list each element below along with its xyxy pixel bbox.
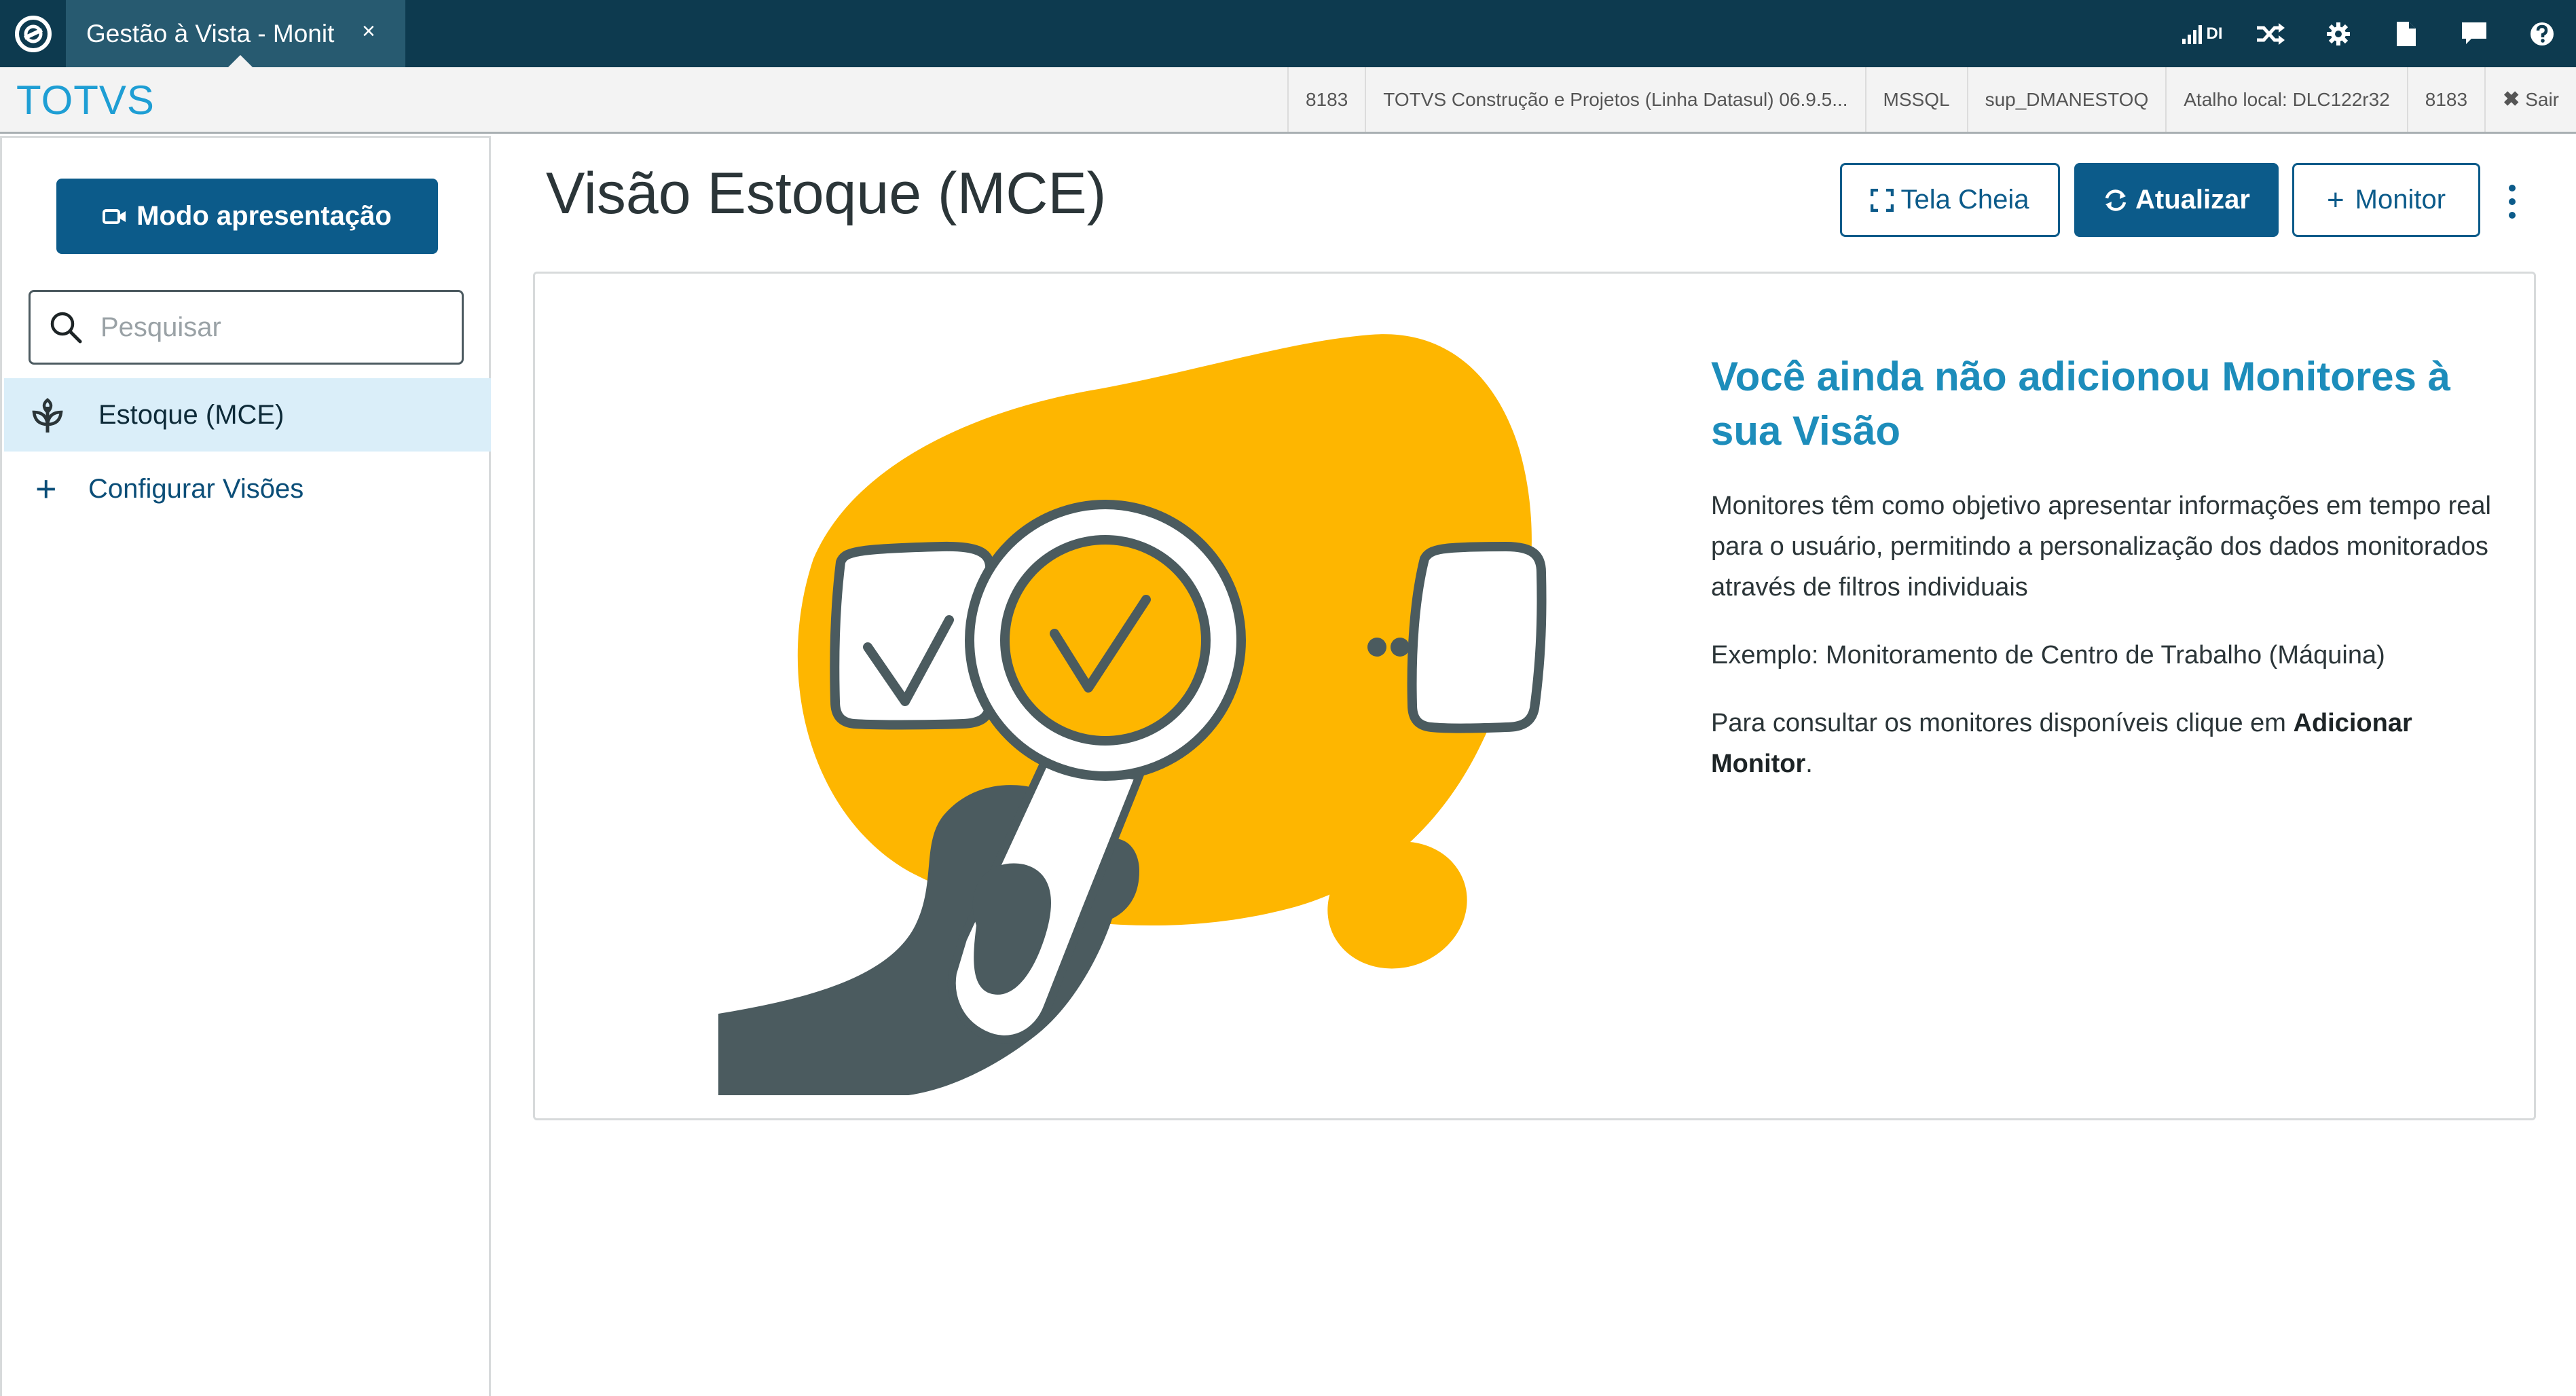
refresh-icon — [2103, 188, 2129, 213]
add-monitor-label: Monitor — [2355, 185, 2446, 215]
search-icon — [49, 310, 83, 344]
help-button[interactable] — [2508, 0, 2576, 67]
shuffle-icon — [2257, 22, 2285, 45]
sidebar-item-configure-views[interactable]: + Configurar Visões — [4, 452, 491, 526]
empty-state-card: Você ainda não adicionou Monitores à sua… — [533, 272, 2536, 1120]
sidebar-item-estoque[interactable]: Estoque (MCE) — [4, 378, 491, 452]
empty-state-description: Monitores têm como objetivo apresentar i… — [1711, 492, 2491, 602]
empty-state-instruction: Para consultar os monitores disponíveis … — [1711, 703, 2499, 784]
plus-icon: + — [35, 469, 57, 509]
search-field[interactable] — [29, 290, 464, 365]
search-input[interactable] — [99, 311, 441, 344]
info-bar: TOTVS 8183 TOTVS Construção e Projetos (… — [0, 67, 2576, 134]
plus-icon: + — [2326, 183, 2344, 217]
instruction-prefix: Para consultar os monitores disponíveis … — [1711, 709, 2294, 737]
gear-icon — [2327, 22, 2350, 45]
fullscreen-icon — [1871, 188, 1894, 212]
magnifier-illustration — [718, 334, 1547, 1095]
document-button[interactable] — [2372, 0, 2440, 67]
sprout-icon — [31, 396, 79, 434]
info-code: 8183 — [2406, 67, 2484, 132]
info-company-code: 8183 — [1287, 67, 1365, 132]
tab-close-icon[interactable]: × — [362, 18, 375, 45]
sidebar-item-label: Configurar Visões — [88, 473, 304, 504]
help-icon — [2531, 22, 2554, 45]
fullscreen-label: Tela Cheia — [1900, 185, 2029, 215]
info-shortcut: Atalho local: DLC122r32 — [2165, 67, 2407, 132]
chat-icon — [2462, 22, 2486, 44]
sidebar-item-label: Estoque (MCE) — [98, 399, 284, 430]
signal-icon — [2182, 24, 2202, 44]
presentation-mode-button[interactable]: Modo apresentação — [56, 179, 438, 254]
chat-button[interactable] — [2440, 0, 2508, 67]
info-user: sup_DMANESTOQ — [1966, 67, 2166, 132]
more-options-icon[interactable] — [2502, 185, 2522, 219]
close-icon: ✖ — [2503, 88, 2520, 111]
video-camera-icon — [103, 208, 127, 225]
empty-state-title: Você ainda não adicionou Monitores à sua… — [1711, 354, 2451, 454]
document-icon — [2397, 21, 2416, 46]
signal-button[interactable]: DI — [2168, 0, 2237, 67]
sidebar: Modo apresentação Estoque (MCE) + Config… — [0, 136, 491, 1396]
session-info: 8183 TOTVS Construção e Projetos (Linha … — [1287, 67, 2576, 132]
refresh-button[interactable]: Atualizar — [2074, 163, 2279, 237]
brand-logo: TOTVS — [16, 77, 155, 123]
totvs-logo-icon[interactable] — [0, 0, 66, 67]
settings-button[interactable] — [2304, 0, 2372, 67]
shuffle-button[interactable] — [2237, 0, 2304, 67]
top-bar: Gestão à Vista - Monit × DI — [0, 0, 2576, 67]
tab-pointer — [228, 55, 253, 67]
empty-state-example: Exemplo: Monitoramento de Centro de Trab… — [1711, 641, 2385, 669]
exit-button[interactable]: ✖ Sair — [2484, 67, 2576, 132]
refresh-label: Atualizar — [2135, 185, 2250, 215]
add-monitor-button[interactable]: + Monitor — [2292, 163, 2480, 237]
top-toolbar: DI — [2168, 0, 2576, 67]
page-title: Visão Estoque (MCE) — [546, 161, 1107, 226]
signal-label: DI — [2206, 24, 2223, 43]
presentation-mode-label: Modo apresentação — [136, 201, 392, 231]
info-product: TOTVS Construção e Projetos (Linha Datas… — [1365, 67, 1864, 132]
tab-title: Gestão à Vista - Monit — [86, 19, 335, 48]
fullscreen-button[interactable]: Tela Cheia — [1840, 163, 2060, 237]
exit-label: Sair — [2525, 88, 2559, 110]
info-database: MSSQL — [1864, 67, 1967, 132]
instruction-suffix: . — [1805, 750, 1813, 778]
